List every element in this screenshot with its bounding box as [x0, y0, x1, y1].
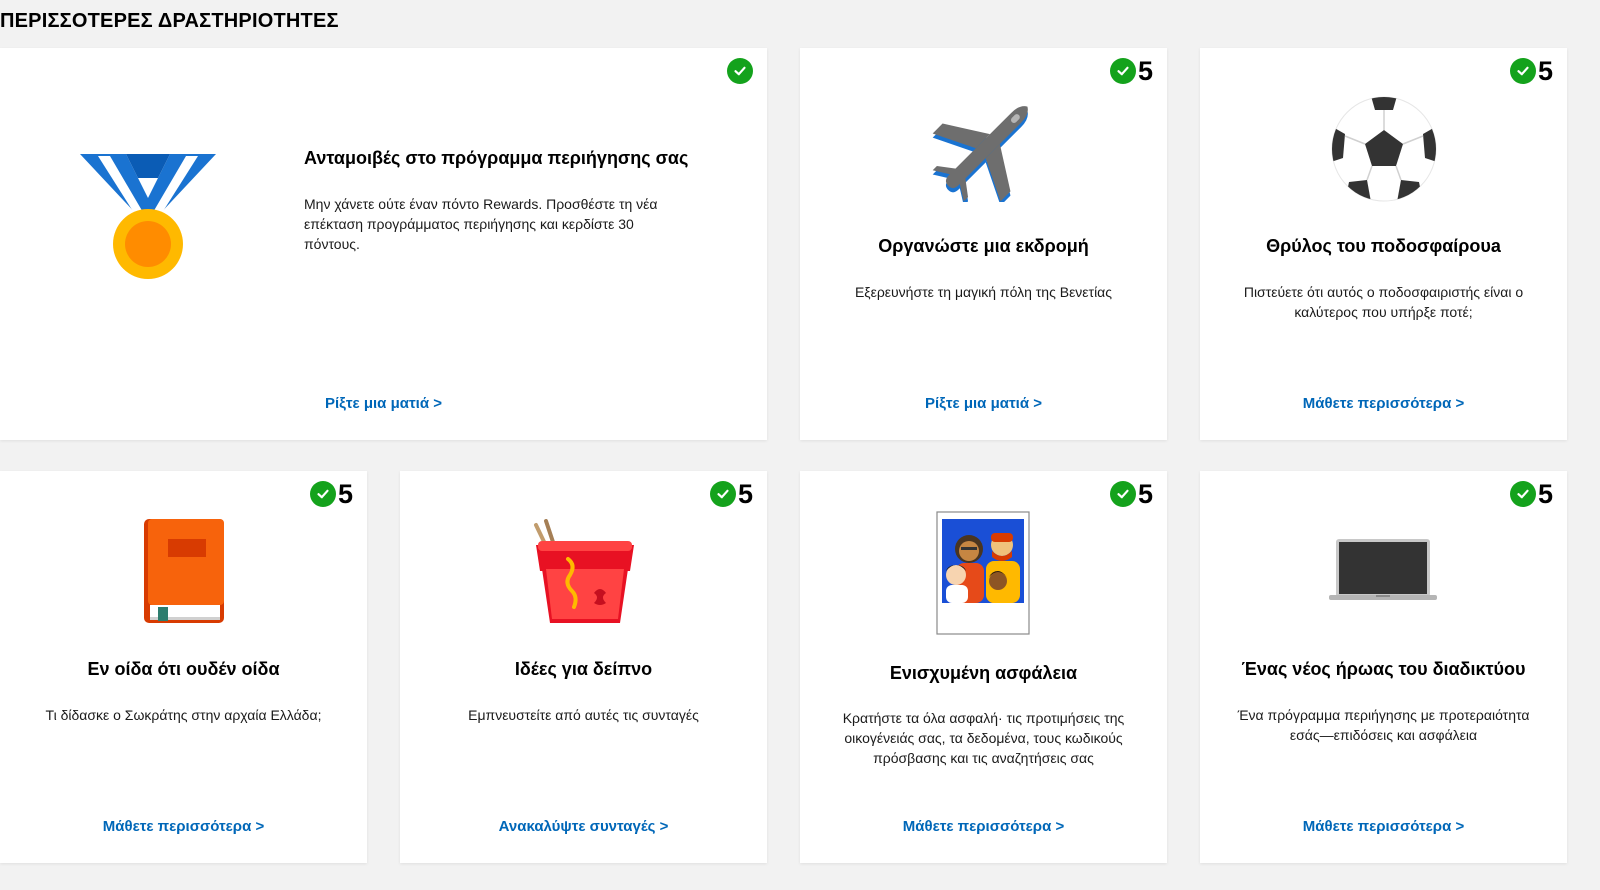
points-badge: 5	[1509, 479, 1553, 509]
card-description: Ένα πρόγραμμα περιήγησης με προτεραιότητ…	[1237, 707, 1530, 743]
card-link[interactable]: Ρίξτε μια ματιά >	[800, 395, 1167, 412]
card-socrates[interactable]: 5 Εν οίδα ότι ουδέν οίδα Τι δίδασκε ο Σω…	[0, 471, 367, 863]
points-badge: 5	[1109, 56, 1153, 86]
check-icon	[1509, 58, 1536, 84]
card-description: Κρατήστε τα όλα ασφαλή· τις προτιμήσεις …	[842, 710, 1125, 766]
points-value: 5	[1537, 479, 1553, 509]
card-description: Εμπνευστείτε από αυτές τις συνταγές	[468, 707, 699, 723]
check-icon	[709, 481, 736, 507]
points-badge: 5	[1509, 56, 1553, 86]
card-browser-rewards[interactable]: Ανταμοιβές στο πρόγραμμα περιήγησης σας …	[0, 48, 767, 440]
card-title: Ενισχυμένη ασφάλεια	[889, 663, 1078, 683]
card-dinner-ideas[interactable]: 5 Ιδέες για δείπνο Εμπνευστείτε από αυτέ…	[400, 471, 767, 863]
check-icon	[1109, 481, 1136, 507]
takeout-box-icon	[534, 519, 634, 623]
card-link[interactable]: Μάθετε περισσότερα >	[0, 818, 367, 835]
points-value: 5	[737, 479, 753, 509]
book-icon	[144, 519, 224, 623]
card-description: Πιστεύετε ότι αυτός ο ποδοσφαιριστής είν…	[1243, 284, 1524, 320]
points-value: 5	[1137, 479, 1153, 509]
points-value: 5	[337, 479, 353, 509]
card-description: Τι δίδασκε ο Σωκράτης στην αρχαία Ελλάδα…	[45, 707, 322, 723]
card-plan-trip[interactable]: 5 Οργανώστε μια εκδρομή Εξερευνήστε τη μ…	[800, 48, 1167, 440]
check-icon	[1509, 481, 1536, 507]
card-new-browser-hero[interactable]: 5 Ένας νέος ήρωας του διαδικτύου Ένα πρό…	[1200, 471, 1567, 863]
points-badge: 5	[309, 479, 353, 509]
check-icon	[309, 481, 336, 507]
check-icon	[727, 58, 753, 84]
soccer-ball-icon	[1331, 96, 1437, 202]
check-icon	[1109, 58, 1136, 84]
completion-badge	[727, 58, 753, 84]
points-value: 5	[1137, 56, 1153, 86]
card-link[interactable]: Μάθετε περισσότερα >	[1200, 395, 1567, 412]
points-badge: 5	[1109, 479, 1153, 509]
card-link[interactable]: Ανακαλύψτε συνταγές >	[400, 818, 767, 835]
laptop-icon	[1329, 539, 1437, 600]
card-link[interactable]: Μάθετε περισσότερα >	[1200, 818, 1567, 835]
family-photo-icon	[936, 511, 1030, 635]
card-description: Εξερευνήστε τη μαγική πόλη της Βενετίας	[854, 284, 1113, 300]
card-title: Ένας νέος ήρωας του διαδικτύου	[1241, 659, 1526, 679]
airplane-icon	[932, 106, 1028, 202]
points-value: 5	[1537, 56, 1553, 86]
card-description: Μην χάνετε ούτε έναν πόντο Rewards. Προσ…	[304, 196, 658, 252]
card-title: Οργανώστε μια εκδρομή	[878, 236, 1089, 256]
card-title: Ιδέες για δείπνο	[514, 659, 653, 679]
section-title: ΠΕΡΙΣΣΟΤΕΡΕΣ ΔΡΑΣΤΗΡΙΟΤΗΤΕΣ	[0, 10, 339, 32]
card-title: Θρύλος του ποδοσφαίρουa	[1266, 236, 1501, 256]
medal-icon	[80, 154, 216, 279]
card-title: Εν οίδα ότι ουδέν οίδα	[87, 659, 280, 679]
card-link[interactable]: Μάθετε περισσότερα >	[800, 818, 1167, 835]
card-link[interactable]: Ρίξτε μια ματιά >	[0, 395, 767, 412]
points-badge: 5	[709, 479, 753, 509]
card-security[interactable]: 5 Ενισχυμένη ασφάλεια Κρατήστε τα όλα ασ…	[800, 471, 1167, 863]
card-title: Ανταμοιβές στο πρόγραμμα περιήγησης σας	[304, 148, 689, 168]
card-football-legend[interactable]: 5 Θρύλος του ποδοσφαίρουa Πιστεύετε ότι …	[1200, 48, 1567, 440]
